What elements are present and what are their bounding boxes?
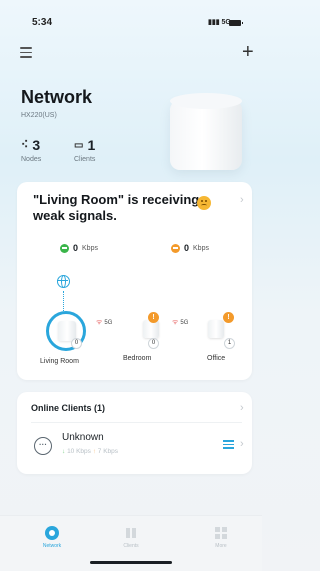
nodes-icon: ⠪ bbox=[21, 139, 29, 151]
tab-label: Clients bbox=[123, 543, 139, 549]
online-clients-card[interactable]: Online Clients (1) › ··· Unknown ↓ 10 Kb… bbox=[17, 392, 252, 474]
clients-stat[interactable]: ▭ 1 Clients bbox=[74, 137, 95, 163]
warning-badge: ! bbox=[148, 312, 159, 323]
wifi-icon: ᯤ bbox=[96, 319, 103, 326]
node-office[interactable] bbox=[206, 318, 226, 338]
sad-face-icon bbox=[197, 196, 211, 210]
tab-clients[interactable]: Clients bbox=[111, 526, 151, 549]
network-tab-icon bbox=[45, 526, 59, 540]
node-label: Living Room bbox=[40, 358, 79, 365]
deco-unit-icon bbox=[208, 320, 224, 338]
wifi-icon: ᯤ bbox=[172, 319, 179, 326]
status-bar: 5:34 ▮▮▮ 5G bbox=[0, 0, 262, 40]
online-clients-title: Online Clients (1) bbox=[31, 403, 106, 413]
client-settings-icon[interactable] bbox=[223, 440, 234, 449]
band-label: 5G bbox=[180, 319, 189, 326]
clients-count: 1 bbox=[87, 137, 96, 153]
chevron-right-icon[interactable]: › bbox=[240, 402, 244, 414]
unknown-device-icon: ··· bbox=[34, 437, 52, 455]
upload-speed: 0 Kbps bbox=[60, 243, 98, 253]
band-indicator: ᯤ 5G bbox=[96, 318, 112, 327]
divider bbox=[31, 422, 242, 423]
upload-unit: Kbps bbox=[82, 244, 98, 252]
client-traffic: ↓ 10 Kbps ↑ 7 Kbps bbox=[62, 448, 119, 455]
band-indicator: ᯤ 5G bbox=[172, 318, 188, 327]
client-upload-rate: 10 Kbps bbox=[67, 448, 91, 455]
page-title: Network bbox=[21, 87, 93, 107]
tab-network[interactable]: Network bbox=[32, 526, 72, 549]
cellular-signal-indicator: ▮▮▮ 5G bbox=[208, 19, 231, 26]
chevron-right-icon[interactable]: › bbox=[240, 438, 244, 450]
upload-icon bbox=[60, 243, 69, 253]
download-value: 0 bbox=[184, 243, 190, 253]
tab-label: More bbox=[215, 543, 227, 549]
nodes-label: Nodes bbox=[21, 156, 42, 163]
band-label: 5G bbox=[104, 319, 113, 326]
clients-icon: ▭ bbox=[74, 139, 84, 151]
internet-globe-icon bbox=[57, 275, 70, 288]
weak-signal-message: "Living Room" is receiving weak signals. bbox=[33, 192, 200, 223]
node-client-count: 0 bbox=[71, 338, 82, 349]
clients-label: Clients bbox=[74, 156, 96, 163]
client-name: Unknown bbox=[62, 432, 104, 443]
weak-signal-card[interactable]: "Living Room" is receiving weak signals.… bbox=[17, 182, 252, 380]
nodes-count: 3 bbox=[32, 137, 41, 153]
download-unit: Kbps bbox=[193, 244, 209, 252]
download-speed: 0 Kbps bbox=[171, 243, 209, 253]
more-tab-icon bbox=[214, 526, 228, 540]
battery-icon bbox=[229, 20, 243, 26]
clients-tab-icon bbox=[124, 526, 138, 540]
deco-device-image bbox=[166, 93, 244, 171]
home-indicator bbox=[90, 561, 172, 564]
chevron-right-icon[interactable]: › bbox=[240, 194, 244, 206]
device-model: HX220(US) bbox=[21, 112, 57, 119]
add-icon[interactable]: + bbox=[242, 42, 254, 62]
node-label: Office bbox=[207, 355, 226, 362]
nodes-stat[interactable]: ⠪ 3 Nodes bbox=[21, 137, 41, 163]
node-client-count: 1 bbox=[224, 338, 235, 349]
status-time: 5:34 bbox=[32, 17, 53, 28]
menu-icon[interactable] bbox=[20, 47, 32, 59]
upload-value: 0 bbox=[73, 243, 79, 253]
warning-badge: ! bbox=[223, 312, 234, 323]
node-label: Bedroom bbox=[123, 355, 152, 362]
tab-more[interactable]: More bbox=[201, 526, 241, 549]
tab-label: Network bbox=[42, 543, 62, 549]
download-icon bbox=[171, 243, 180, 253]
node-client-count: 0 bbox=[148, 338, 159, 349]
client-download-rate: 7 Kbps bbox=[97, 448, 119, 455]
